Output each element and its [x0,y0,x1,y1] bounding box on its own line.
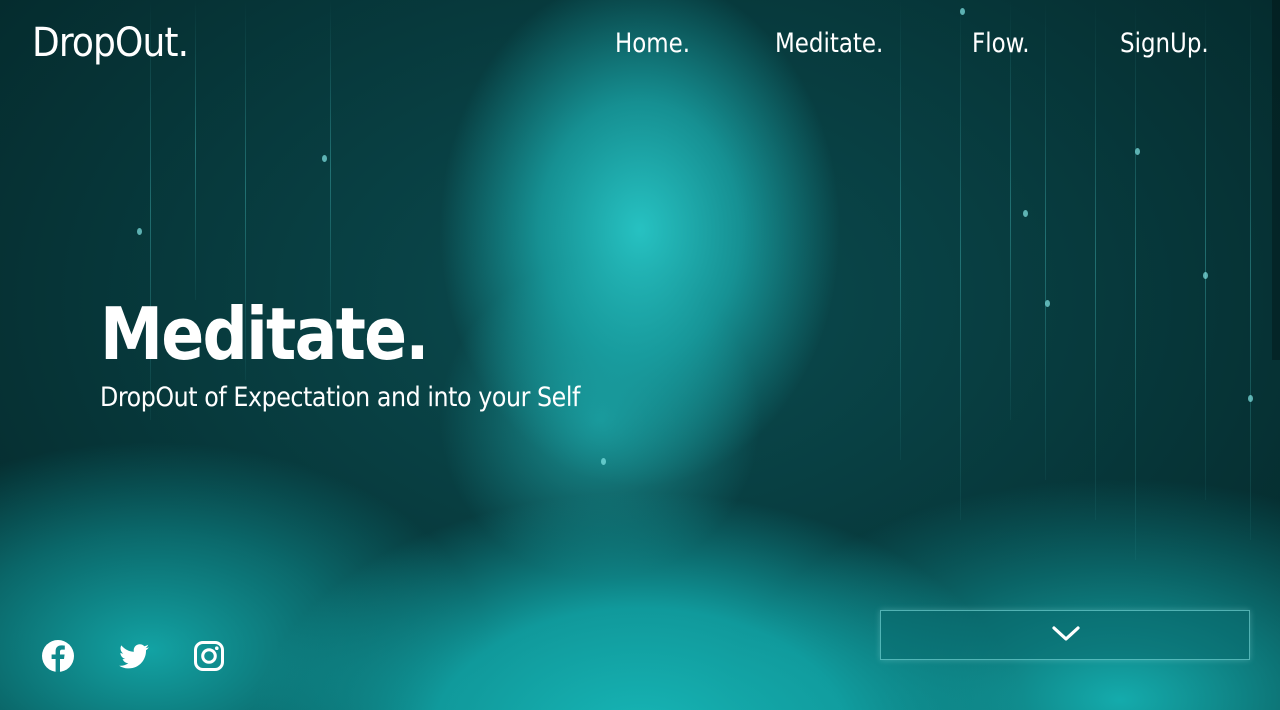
instagram-link[interactable] [191,638,227,674]
facebook-icon [42,640,74,672]
twitter-icon [119,644,149,669]
page-scrollbar[interactable] [1272,0,1280,360]
background-droplet [960,8,965,15]
background-droplet [137,228,142,235]
background-strand [1095,0,1096,520]
instagram-icon [194,641,224,671]
background-strand [1045,0,1046,480]
scroll-down-button[interactable] [880,610,1250,660]
nav-link-meditate[interactable]: Meditate. [775,28,883,59]
background-droplet [1045,300,1050,307]
nav-link-home[interactable]: Home. [615,28,690,59]
chevron-down-icon [1052,626,1080,641]
hero-subtitle: DropOut of Expectation and into your Sel… [100,382,580,413]
facebook-link[interactable] [40,638,76,674]
hero-title: Meditate. [100,292,429,376]
nav-link-flow[interactable]: Flow. [972,28,1030,59]
background-droplet [601,458,606,465]
hero-text: Meditate. DropOut of Expectation and int… [100,290,645,413]
background-strand [1205,0,1206,500]
background-droplet [1023,210,1028,217]
twitter-link[interactable] [116,638,152,674]
background-droplet [322,155,327,162]
background-droplet [1203,272,1208,279]
background-droplet [1248,395,1253,402]
background-strand [1135,0,1136,560]
background-droplet [1135,148,1140,155]
nav-link-signup[interactable]: SignUp. [1120,28,1209,59]
main-nav: Home. Meditate. Flow. SignUp. [0,28,1280,68]
background-strand [960,0,961,520]
background-strand [1250,0,1251,540]
background-strand [900,0,901,460]
